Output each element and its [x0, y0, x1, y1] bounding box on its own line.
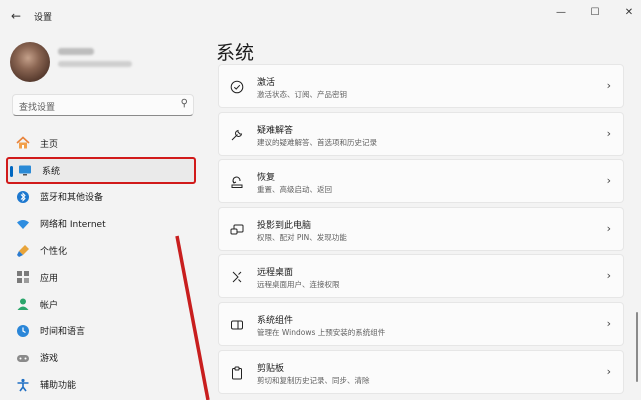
- sidebar-item-label: 蓝牙和其他设备: [40, 193, 104, 204]
- sidebar-item-time-language[interactable]: 时间和语言: [6, 318, 196, 345]
- chevron-right-icon: ›: [606, 364, 611, 378]
- card-description: 剪切和复制历史记录、同步、清除: [257, 375, 370, 385]
- card-description: 权限、配对 PIN、发现功能: [257, 232, 347, 242]
- sidebar-item-accessibility[interactable]: 辅助功能: [6, 371, 196, 398]
- page-title: 系统: [216, 42, 255, 64]
- card-title: 投影到此电脑: [257, 220, 312, 231]
- chevron-right-icon: ›: [606, 126, 611, 140]
- card-project-to-pc[interactable]: 投影到此电脑 权限、配对 PIN、发现功能 ›: [218, 206, 624, 251]
- sidebar-item-label: 系统: [42, 166, 61, 177]
- gamepad-icon: [16, 351, 30, 365]
- recovery-icon: [229, 174, 245, 190]
- wrench-icon: [229, 127, 245, 143]
- chevron-right-icon: ›: [606, 269, 611, 283]
- app-title: 设置: [34, 13, 53, 23]
- sidebar-item-label: 游戏: [40, 354, 59, 365]
- card-remote-desktop[interactable]: 远程桌面 远程桌面用户、连接权限 ›: [218, 254, 624, 299]
- apps-icon: [16, 270, 30, 284]
- sidebar-item-system[interactable]: 系统: [6, 156, 196, 184]
- accessibility-icon: [16, 378, 30, 392]
- remote-desktop-icon: [229, 269, 245, 285]
- brush-icon: [16, 244, 30, 258]
- card-description: 远程桌面用户、连接权限: [257, 280, 340, 290]
- card-activation[interactable]: 激活 激活状态、订阅、产品密钥 ›: [218, 64, 624, 108]
- sidebar-item-home[interactable]: 主页: [6, 130, 196, 157]
- sidebar-item-label: 时间和语言: [40, 327, 86, 338]
- sidebar-nav: 主页 系统 蓝牙和其他设备 网络和 Internet 个性化 应用 帐户 时间和…: [6, 130, 196, 398]
- card-description: 管理在 Windows 上预安装的系统组件: [257, 327, 386, 337]
- clipboard-icon: [229, 365, 245, 381]
- chevron-right-icon: ›: [606, 316, 611, 330]
- person-icon: [16, 297, 30, 311]
- card-recovery[interactable]: 恢复 重置、高级启动、返回 ›: [218, 159, 624, 204]
- check-circle-icon: [229, 79, 245, 95]
- monitor-icon: [18, 163, 32, 177]
- sidebar-item-label: 帐户: [40, 300, 59, 311]
- search-box[interactable]: 查找设置 ⚲: [12, 94, 194, 116]
- search-input[interactable]: 查找设置: [19, 100, 55, 113]
- avatar: [10, 42, 50, 82]
- chevron-right-icon: ›: [606, 79, 611, 92]
- card-title: 远程桌面: [257, 268, 294, 279]
- card-title: 剪贴板: [257, 363, 285, 374]
- sidebar-item-network[interactable]: 网络和 Internet: [6, 210, 196, 237]
- home-icon: [16, 136, 30, 150]
- selection-indicator: [10, 165, 13, 177]
- chevron-right-icon: ›: [606, 174, 611, 188]
- card-description: 激活状态、订阅、产品密钥: [257, 90, 347, 99]
- card-troubleshoot[interactable]: 疑难解答 建议的疑难解答、首选项和历史记录 ›: [218, 111, 624, 156]
- settings-list: 激活 激活状态、订阅、产品密钥 › 疑难解答 建议的疑难解答、首选项和历史记录 …: [218, 64, 624, 397]
- card-description: 建议的疑难解答、首选项和历史记录: [257, 137, 377, 147]
- chevron-right-icon: ›: [606, 221, 611, 235]
- sidebar-item-label: 主页: [40, 139, 59, 150]
- bluetooth-icon: [16, 190, 30, 204]
- card-title: 疑难解答: [257, 125, 294, 136]
- profile-email-blurred: [58, 61, 132, 67]
- card-description: 重置、高级启动、返回: [257, 185, 332, 195]
- sidebar-item-apps[interactable]: 应用: [6, 264, 196, 291]
- sidebar-item-label: 应用: [40, 273, 59, 284]
- sidebar-item-bluetooth[interactable]: 蓝牙和其他设备: [6, 184, 196, 211]
- minimize-button[interactable]: —: [546, 4, 576, 22]
- card-system-components[interactable]: 系统组件 管理在 Windows 上预安装的系统组件 ›: [218, 301, 624, 346]
- globe-clock-icon: [16, 324, 30, 338]
- card-clipboard[interactable]: 剪贴板 剪切和复制历史记录、同步、清除 ›: [218, 349, 624, 394]
- close-button[interactable]: ✕: [614, 4, 641, 22]
- sidebar-item-personalization[interactable]: 个性化: [6, 237, 196, 264]
- user-profile[interactable]: [10, 42, 190, 84]
- profile-name-blurred: [58, 48, 94, 55]
- sidebar-item-label: 辅助功能: [40, 381, 77, 392]
- card-title: 系统组件: [257, 315, 294, 326]
- sidebar-item-label: 个性化: [40, 247, 68, 258]
- scrollbar[interactable]: [636, 312, 638, 382]
- card-title: 恢复: [257, 173, 276, 184]
- wifi-icon: [16, 217, 30, 231]
- components-icon: [229, 317, 245, 333]
- sidebar-item-gaming[interactable]: 游戏: [6, 344, 196, 371]
- maximize-button[interactable]: ☐: [580, 4, 610, 22]
- sidebar-item-accounts[interactable]: 帐户: [6, 291, 196, 318]
- title-bar: ← 设置 — ☐ ✕: [0, 0, 641, 32]
- sidebar-item-label: 网络和 Internet: [40, 220, 106, 231]
- project-icon: [229, 222, 245, 238]
- search-icon: ⚲: [180, 98, 188, 109]
- back-arrow-icon[interactable]: ←: [8, 8, 24, 24]
- card-title: 激活: [257, 78, 276, 88]
